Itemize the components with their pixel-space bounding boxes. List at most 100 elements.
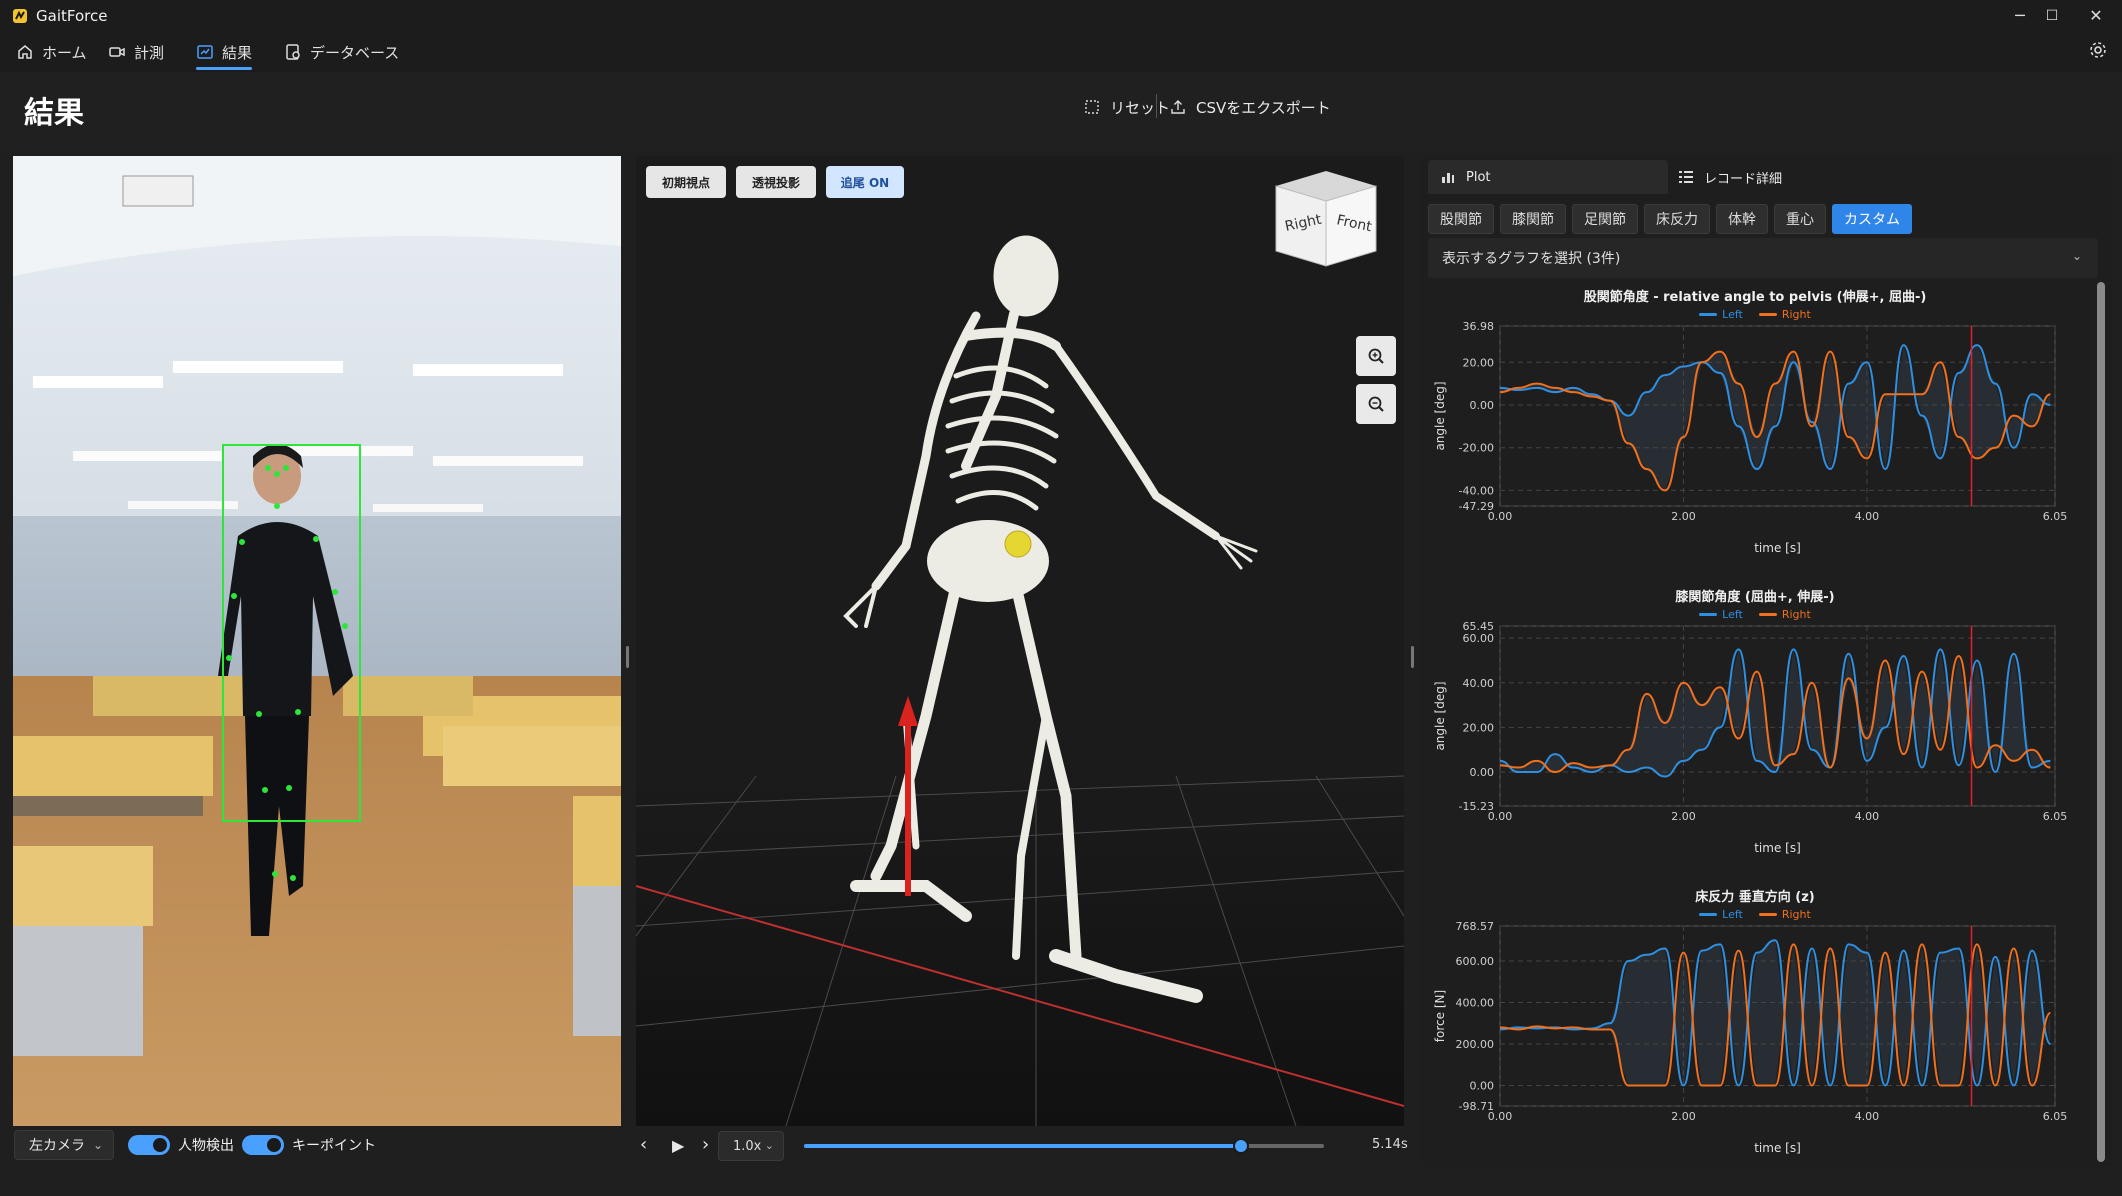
play-icon[interactable]: ▶ bbox=[672, 1136, 684, 1155]
nav-measure-label: 計測 bbox=[134, 43, 165, 62]
y-tick-label: 65.45 bbox=[1463, 620, 1495, 633]
keypoints-label: キーポイント bbox=[292, 1138, 376, 1154]
x-tick-label: 0.00 bbox=[1488, 1110, 1513, 1123]
camera-select-value: 左カメラ bbox=[29, 1138, 85, 1154]
category-tab-hip[interactable]: 股関節 bbox=[1428, 204, 1494, 234]
zoom-in-icon bbox=[1368, 348, 1384, 364]
category-tab-grf[interactable]: 床反力 bbox=[1644, 204, 1710, 234]
page-header: 結果 リセット CSVをエクスポート bbox=[0, 72, 2122, 152]
nav-results-label: 結果 bbox=[222, 43, 253, 62]
panel-scrollbar[interactable] bbox=[2097, 282, 2105, 1162]
hip-angle-plot[interactable]: 36.9820.000.00-20.00-40.00-47.290.00 2.00… bbox=[1430, 286, 2080, 576]
camera-icon bbox=[109, 47, 125, 57]
x-axis-label: time [s] bbox=[1754, 841, 1801, 855]
tab-record-details-label: レコード詳細 bbox=[1704, 171, 1783, 187]
close-button[interactable]: ✕ bbox=[2076, 4, 2116, 28]
person-detection-label: 人物検出 bbox=[178, 1138, 234, 1154]
playback-speed-select[interactable]: 1.0x ⌄ bbox=[718, 1131, 784, 1161]
skeleton-3d-viewer[interactable]: Right Front 初期視点 透視投影 追尾 ON bbox=[636, 156, 1404, 1126]
panel-splitter-left[interactable] bbox=[626, 646, 629, 668]
view-cube[interactable]: Right Front bbox=[1275, 171, 1377, 267]
main-navigation: ホーム 計測 結果 データベース bbox=[0, 32, 2122, 72]
graph-select-dropdown[interactable]: 表示するグラフを選択 (3件) ⌄ bbox=[1428, 238, 2098, 278]
category-tab-custom[interactable]: カスタム bbox=[1832, 204, 1912, 234]
chart-knee-angle: 膝関節角度 (屈曲+, 伸展-) Left Right 65.45 60.00 40… bbox=[1430, 586, 2080, 876]
results-icon bbox=[197, 45, 213, 59]
knee-angle-plot[interactable]: 65.4560.0040.0020.000.00-15.230.00 2.00 4.… bbox=[1430, 586, 2080, 876]
chart-icon bbox=[1442, 173, 1454, 183]
nav-database[interactable]: データベース bbox=[284, 38, 399, 66]
playback-speed-value: 1.0x bbox=[733, 1138, 762, 1154]
camera-view[interactable] bbox=[13, 156, 621, 1126]
export-label: CSVをエクスポート bbox=[1196, 98, 1331, 117]
y-tick-label: -20.00 bbox=[1459, 442, 1494, 455]
y-tick-label: 200.00 bbox=[1456, 1038, 1495, 1051]
reset-button[interactable]: リセット bbox=[1084, 92, 1170, 122]
zoom-out-button[interactable] bbox=[1356, 384, 1396, 424]
export-csv-button[interactable]: CSVをエクスポート bbox=[1170, 92, 1331, 122]
category-tab-ankle[interactable]: 足関節 bbox=[1572, 204, 1638, 234]
person-detection-toggle[interactable] bbox=[128, 1135, 170, 1155]
keypoints-toggle[interactable] bbox=[242, 1135, 284, 1155]
export-icon bbox=[1171, 100, 1185, 114]
tab-plot[interactable]: Plot bbox=[1428, 160, 1668, 194]
x-tick-label: 2.00 bbox=[1671, 810, 1696, 823]
timeline-progress bbox=[804, 1144, 1241, 1148]
y-tick-label: 400.00 bbox=[1456, 996, 1495, 1009]
zoom-in-button[interactable] bbox=[1356, 336, 1396, 376]
x-tick-label: 4.00 bbox=[1855, 510, 1880, 523]
y-tick-label: 600.00 bbox=[1456, 955, 1495, 968]
follow-toggle-button[interactable]: 追尾 ON bbox=[826, 166, 904, 198]
page-title: 結果 bbox=[24, 96, 84, 131]
zoom-out-icon bbox=[1368, 396, 1384, 412]
y-axis-label: angle [deg] bbox=[1433, 681, 1447, 750]
maximize-button[interactable]: ☐ bbox=[2032, 4, 2072, 28]
previous-frame-icon[interactable]: ‹ bbox=[640, 1134, 647, 1155]
x-tick-label: 6.05 bbox=[2043, 810, 2068, 823]
nav-home-label: ホーム bbox=[42, 43, 87, 62]
category-tab-trunk[interactable]: 体幹 bbox=[1716, 204, 1768, 234]
x-tick-label: 4.00 bbox=[1855, 1110, 1880, 1123]
x-tick-label: 6.05 bbox=[2043, 510, 2068, 523]
chevron-down-icon: ⌄ bbox=[92, 1138, 103, 1152]
grf-vertical-plot[interactable]: 768.57600.00400.00200.000.00-98.710.00 2.… bbox=[1430, 886, 2080, 1176]
category-tab-knee[interactable]: 膝関節 bbox=[1500, 204, 1566, 234]
list-icon bbox=[1679, 171, 1693, 183]
reset-label: リセット bbox=[1110, 98, 1171, 117]
y-axis-label: angle [deg] bbox=[1433, 381, 1447, 450]
chart-hip-angle: 股関節角度 - relative angle to pelvis (伸展+, 屈… bbox=[1430, 286, 2080, 576]
x-tick-label: 4.00 bbox=[1855, 810, 1880, 823]
x-axis-label: time [s] bbox=[1754, 1141, 1801, 1155]
initial-view-button[interactable]: 初期視点 bbox=[646, 166, 726, 198]
category-tab-com[interactable]: 重心 bbox=[1774, 204, 1826, 234]
nav-results[interactable]: 結果 bbox=[196, 38, 253, 70]
reset-icon bbox=[1085, 100, 1099, 114]
nav-measure[interactable]: 計測 bbox=[108, 38, 164, 66]
title-bar: GaitForce ─ ☐ ✕ bbox=[0, 0, 2122, 32]
tab-record-details[interactable]: レコード詳細 bbox=[1678, 160, 1782, 194]
y-tick-label: 0.00 bbox=[1470, 766, 1495, 779]
chevron-down-icon: ⌄ bbox=[764, 1139, 774, 1152]
next-frame-icon[interactable]: › bbox=[702, 1134, 709, 1155]
y-tick-label: 40.00 bbox=[1463, 677, 1495, 690]
y-tick-label: 0.00 bbox=[1470, 399, 1495, 412]
skeleton-3d-scene: Right Front bbox=[636, 171, 1404, 1126]
settings-gear-icon[interactable] bbox=[2088, 40, 2108, 60]
timeline-slider[interactable] bbox=[804, 1138, 1324, 1154]
x-tick-label: 0.00 bbox=[1488, 510, 1513, 523]
header-divider bbox=[1156, 94, 1157, 118]
y-tick-label: 36.98 bbox=[1463, 320, 1495, 333]
timeline-thumb[interactable] bbox=[1232, 1138, 1249, 1154]
app-logo-icon bbox=[13, 9, 27, 23]
chevron-down-icon: ⌄ bbox=[2071, 249, 2082, 263]
camera-select[interactable]: 左カメラ ⌄ bbox=[14, 1130, 114, 1160]
camera-frame-image bbox=[13, 156, 621, 1126]
y-tick-label: 20.00 bbox=[1463, 356, 1495, 369]
y-tick-label: 768.57 bbox=[1456, 920, 1495, 933]
x-tick-label: 2.00 bbox=[1671, 1110, 1696, 1123]
perspective-projection-button[interactable]: 透視投影 bbox=[736, 166, 816, 198]
nav-home[interactable]: ホーム bbox=[16, 38, 87, 66]
category-tabs: 股関節 膝関節 足関節 床反力 体幹 重心 カスタム bbox=[1428, 204, 1912, 234]
panel-splitter-right[interactable] bbox=[1411, 646, 1414, 668]
x-tick-label: 0.00 bbox=[1488, 810, 1513, 823]
